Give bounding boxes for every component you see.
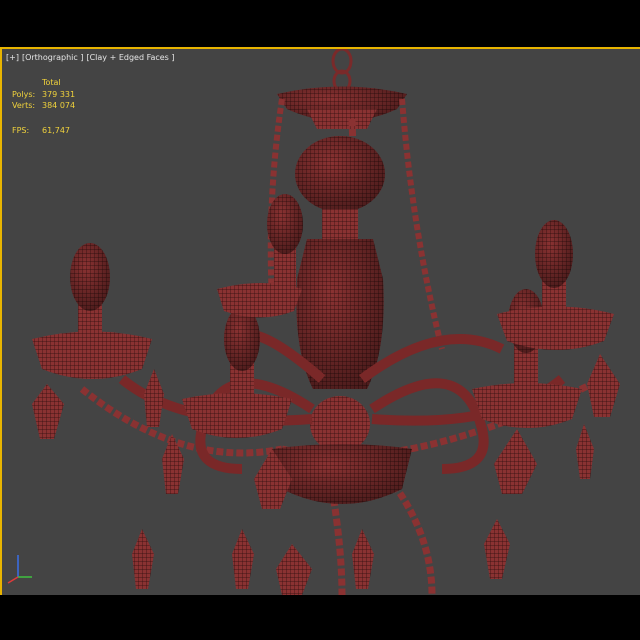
bottom-bowl	[272, 444, 412, 504]
candle-back-left	[217, 194, 303, 318]
axis-gizmo-icon	[7, 555, 32, 584]
chandelier-model[interactable]	[2, 49, 640, 595]
candle-right-far	[497, 220, 614, 350]
candle-left-far	[32, 243, 152, 379]
hanging-chain	[331, 49, 353, 93]
top-canopy	[277, 86, 407, 129]
candle-left-near	[182, 307, 292, 438]
viewport-perspective[interactable]: [+] [Orthographic ] [Clay + Edged Faces ] …	[0, 47, 640, 595]
